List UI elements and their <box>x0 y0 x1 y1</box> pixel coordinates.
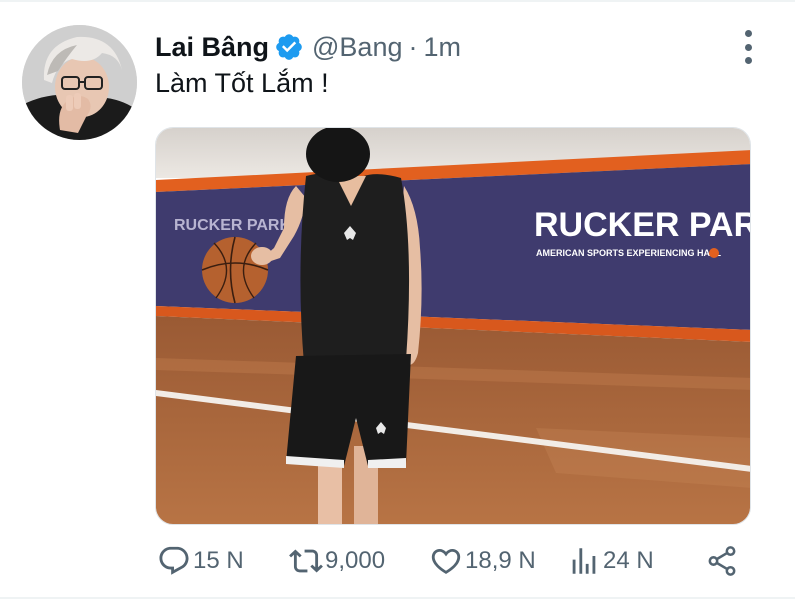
bottom-divider <box>0 597 795 599</box>
wall-sign-left-text: RUCKER PARK <box>174 217 291 234</box>
separator-dot: · <box>408 31 418 62</box>
tweet-text: Làm Tốt Lắm ! <box>155 68 329 98</box>
reply-count: 15 N <box>193 547 244 574</box>
wall-sign-text: RUCKER PARK <box>534 206 751 244</box>
more-options-button[interactable] <box>735 30 761 64</box>
views-icon <box>572 548 596 574</box>
timestamp[interactable]: 1m <box>423 32 461 63</box>
wall-sign-badge-icon <box>709 248 719 258</box>
share-button[interactable] <box>705 540 739 582</box>
reply-button[interactable]: 15 N <box>157 540 244 582</box>
more-dot-icon <box>744 30 752 37</box>
verified-badge-icon <box>276 34 302 60</box>
user-handle[interactable]: @Bang <box>312 32 402 63</box>
like-button[interactable]: 18,9 N <box>429 540 536 582</box>
avatar[interactable] <box>22 25 137 140</box>
like-count: 18,9 N <box>465 547 536 574</box>
more-dot-icon <box>744 43 752 51</box>
tweet-media[interactable]: RUCKER PARK AMERICAN SPORTS EXPERIENCING… <box>155 127 751 525</box>
display-name[interactable]: Lai Bâng <box>155 32 269 63</box>
heart-icon <box>431 548 461 574</box>
share-icon <box>708 546 736 576</box>
retweet-icon <box>289 549 323 573</box>
more-dot-icon <box>744 57 752 64</box>
avatar-image <box>22 25 137 140</box>
reply-icon <box>159 546 189 575</box>
wall-sign-subtext: AMERICAN SPORTS EXPERIENCING HALL <box>536 248 722 258</box>
retweet-count: 9,000 <box>325 547 386 574</box>
retweet-button[interactable]: 9,000 <box>289 540 385 582</box>
basketball <box>202 237 268 303</box>
media-photo: RUCKER PARK AMERICAN SPORTS EXPERIENCING… <box>156 128 751 524</box>
top-divider <box>0 0 795 2</box>
tweet-header: Lai Bâng @Bang · 1m <box>155 27 461 67</box>
tweet-actions: 15 N 9,000 18,9 N 24 N <box>157 540 747 582</box>
views-count: 24 N <box>603 547 654 574</box>
views-button[interactable]: 24 N <box>567 540 654 582</box>
